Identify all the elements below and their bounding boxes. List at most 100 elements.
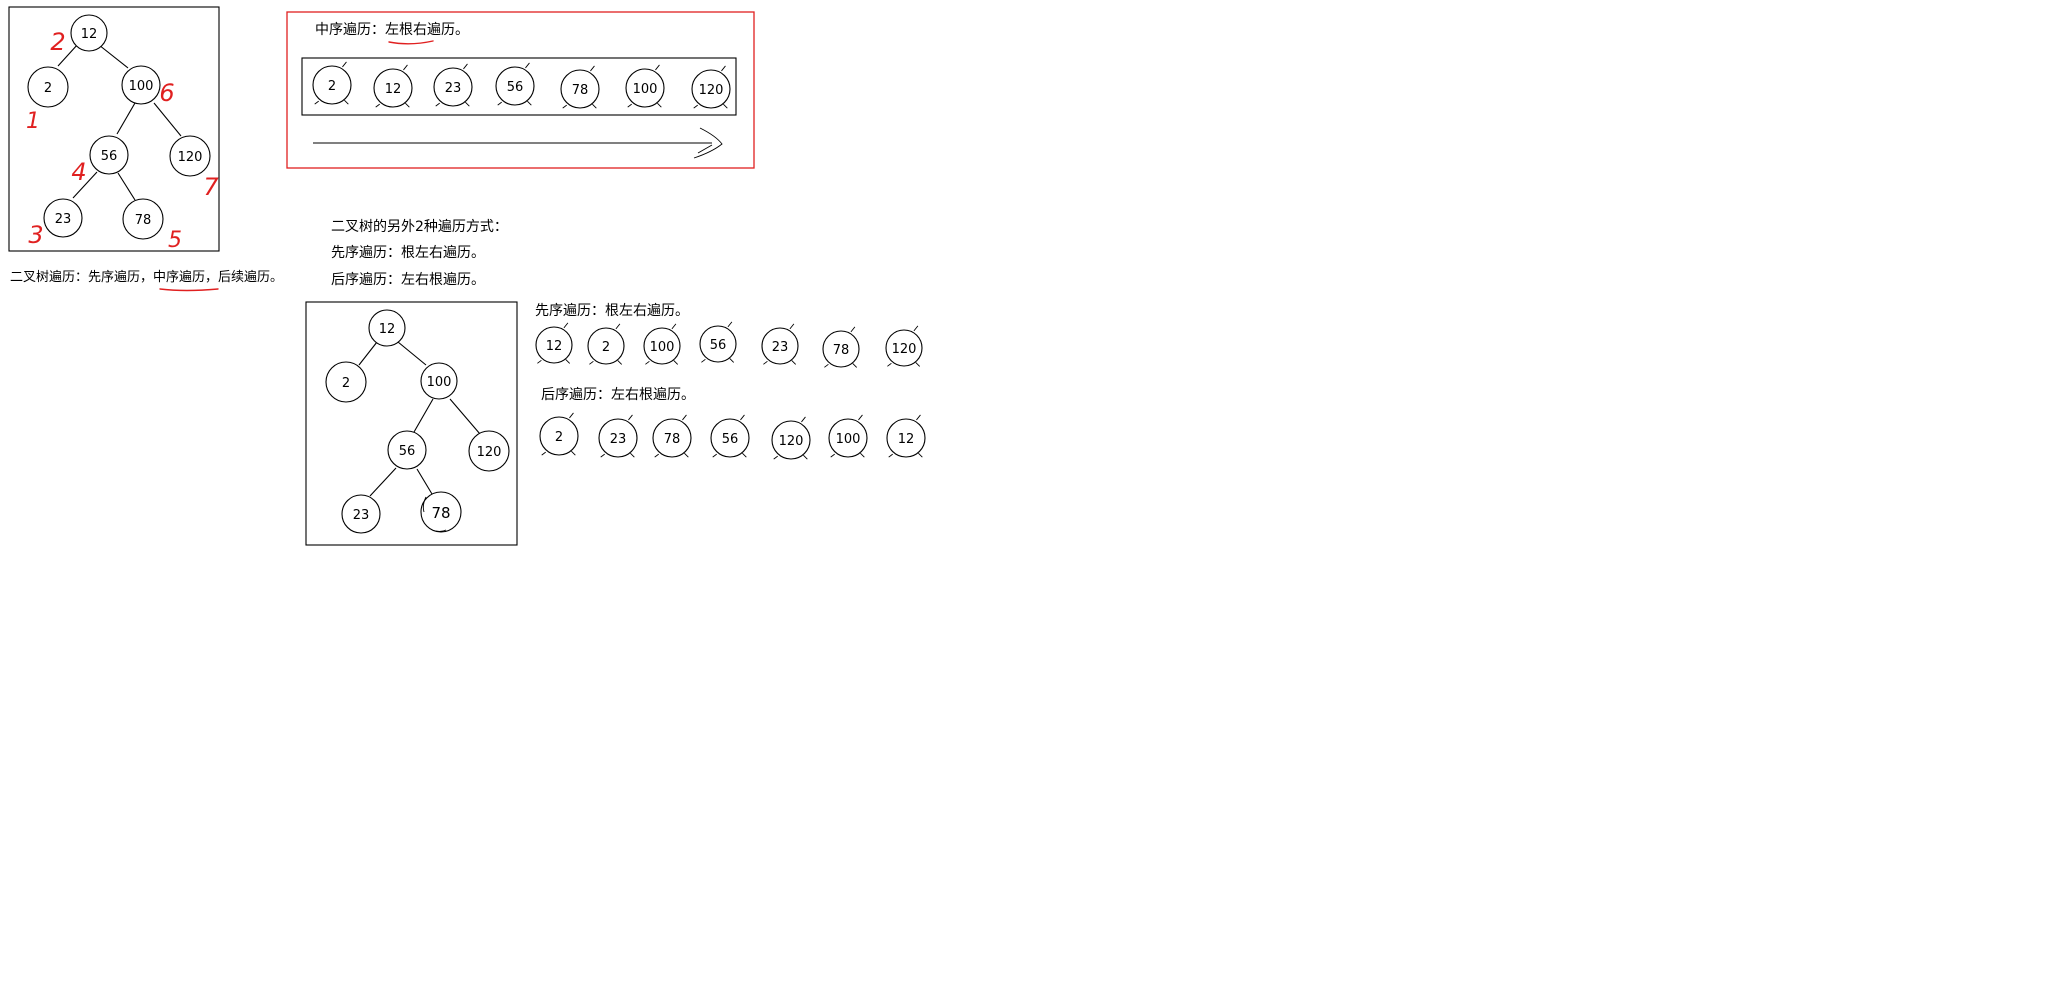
tree-edge <box>98 44 129 69</box>
node-label: 120 <box>477 445 502 460</box>
sequence-node-label: 23 <box>610 432 627 447</box>
sequence-node: 56 <box>495 62 535 106</box>
postorder-definition: 后序遍历：左右根遍历。 <box>331 272 485 288</box>
tree-edge <box>449 398 481 435</box>
sequence-node-label: 100 <box>836 432 861 447</box>
order-mark: 7 <box>203 173 219 201</box>
order-mark: 4 <box>71 158 86 186</box>
tree-edge <box>413 398 434 433</box>
sequence-node: 56 <box>710 414 750 458</box>
tree-edge <box>369 467 397 497</box>
sequence-node-label: 56 <box>722 432 739 447</box>
node-label: 56 <box>101 149 118 164</box>
tree-node: 78 <box>122 198 164 240</box>
sequence-node: 120 <box>691 65 731 109</box>
node-label: 23 <box>55 212 72 227</box>
preorder-label: 先序遍历：根左右遍历。 <box>535 303 689 319</box>
tree-node: 78 <box>420 491 462 533</box>
caption-underline <box>159 288 219 292</box>
node-label: 120 <box>178 150 203 165</box>
sequence-node: 2 <box>539 412 579 456</box>
tree2-frame <box>305 301 518 546</box>
order-mark: 5 <box>168 228 182 253</box>
sequence-node-label: 100 <box>633 82 658 97</box>
sequence-node: 56 <box>699 321 737 363</box>
sequence-node-label: 56 <box>507 80 524 95</box>
sequence-node: 23 <box>433 63 473 107</box>
sequence-node-label: 2 <box>328 79 336 94</box>
other-traversals: 二叉树的另外2种遍历方式： 先序遍历：根左右遍历。 后序遍历：左右根遍历。 <box>331 219 508 288</box>
node-label: 78 <box>431 504 450 522</box>
order-mark: 3 <box>28 221 43 249</box>
sequence-node: 120 <box>771 416 811 460</box>
postorder-sequence: 2 23 78 56 120 100 12 <box>539 412 926 460</box>
order-mark: 1 <box>26 109 40 134</box>
tree-node: 100 <box>420 362 458 400</box>
tree1-caption: 二叉树遍历：先序遍历，中序遍历，后续遍历。 <box>10 269 283 285</box>
tree-edge <box>116 102 136 135</box>
sequence-node-label: 23 <box>445 81 462 96</box>
sequence-node-label: 2 <box>602 340 610 355</box>
sequence-node-label: 12 <box>385 82 402 97</box>
inorder-sequence: 2 12 23 56 78 100 120 <box>312 61 731 109</box>
sequence-node: 78 <box>822 326 860 368</box>
tree-node: 12 <box>70 14 108 52</box>
postorder-result: 后序遍历：左右根遍历。 2 23 78 56 120 100 12 <box>539 387 926 460</box>
node-label: 78 <box>135 213 152 228</box>
sequence-node: 12 <box>535 322 573 364</box>
tree-node: 2 <box>325 361 367 403</box>
tree-edge <box>397 341 427 366</box>
preorder-definition: 先序遍历：根左右遍历。 <box>331 245 485 261</box>
node-label: 23 <box>353 508 370 523</box>
inorder-title: 中序遍历：左根右遍历。 <box>315 22 469 38</box>
order-mark: 6 <box>159 79 174 107</box>
tree-node: 120 <box>468 430 510 472</box>
tree-edge <box>153 102 182 137</box>
rule-underline <box>388 40 434 45</box>
sequence-node-label: 100 <box>650 340 675 355</box>
tree-node: 2 <box>27 66 69 108</box>
tree-node: 23 <box>341 494 381 534</box>
node-label: 100 <box>427 375 452 390</box>
sequence-node: 120 <box>885 325 923 367</box>
sequence-node: 12 <box>886 414 926 458</box>
sequence-node: 100 <box>625 64 665 108</box>
sequence-node-label: 23 <box>772 340 789 355</box>
sequence-node-label: 78 <box>572 83 589 98</box>
order-mark: 2 <box>50 28 65 56</box>
sequence-node: 2 <box>587 323 625 365</box>
node-label: 56 <box>399 444 416 459</box>
sequence-node-label: 12 <box>898 432 915 447</box>
node-label: 2 <box>44 81 52 96</box>
canvas: 12 2 100 56 120 23 78 2 1 6 4 7 3 5 二叉树遍… <box>0 0 2052 992</box>
preorder-result: 先序遍历：根左右遍历。 12 2 100 56 23 78 120 <box>535 303 923 368</box>
tree-node: 23 <box>43 198 83 238</box>
sequence-node: 23 <box>598 414 638 458</box>
tree-edge <box>117 172 136 201</box>
preorder-sequence: 12 2 100 56 23 78 120 <box>535 321 923 368</box>
sequence-node: 12 <box>373 64 413 108</box>
postorder-label: 后序遍历：左右根遍历。 <box>541 387 695 403</box>
sequence-node: 100 <box>643 323 681 365</box>
tree2-group: 12 2 100 56 120 23 78 <box>305 301 518 546</box>
sequence-node-label: 2 <box>555 430 563 445</box>
tree1-group: 12 2 100 56 120 23 78 2 1 6 4 7 3 5 二叉树遍… <box>8 6 283 292</box>
sequence-node-label: 120 <box>892 342 917 357</box>
tree-node: 56 <box>387 430 427 470</box>
inorder-panel: 中序遍历：左根右遍历。 2 12 23 56 78 100 120 <box>286 11 755 169</box>
sequence-node-label: 12 <box>546 339 563 354</box>
node-label: 100 <box>129 79 154 94</box>
sequence-node-label: 56 <box>710 338 727 353</box>
sequence-node-label: 120 <box>699 83 724 98</box>
tree-node: 100 <box>121 65 161 105</box>
sequence-node: 78 <box>652 414 692 458</box>
tree-node: 56 <box>89 135 129 175</box>
tree-node: 120 <box>169 135 211 177</box>
tree-edge <box>358 341 378 366</box>
sequence-node: 78 <box>560 65 600 109</box>
tree-edge <box>416 468 433 495</box>
other-heading: 二叉树的另外2种遍历方式： <box>331 219 508 235</box>
sequence-node: 2 <box>312 61 352 105</box>
diagram-svg: 12 2 100 56 120 23 78 2 1 6 4 7 3 5 二叉树遍… <box>8 6 926 546</box>
sequence-node-label: 78 <box>664 432 681 447</box>
